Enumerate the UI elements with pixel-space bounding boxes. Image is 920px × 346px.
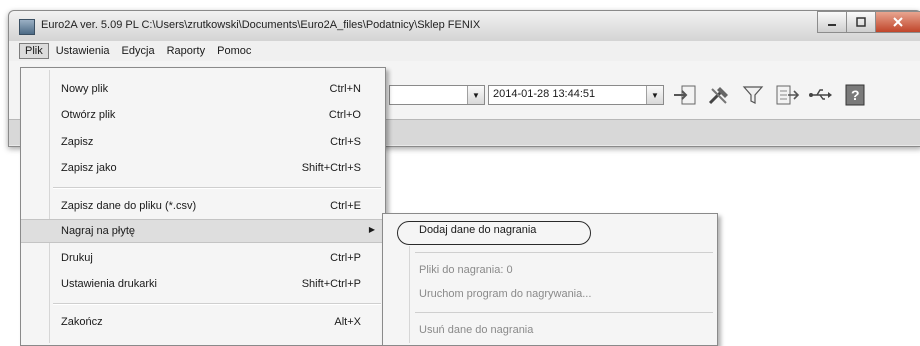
import-button[interactable] bbox=[671, 82, 699, 108]
menu-item-label: Usuń dane do nagrania bbox=[419, 324, 534, 336]
menu-item-nowy-plik[interactable]: Nowy plik Ctrl+N bbox=[21, 78, 385, 100]
menu-item-zapisz-jako[interactable]: Zapisz jako Shift+Ctrl+S bbox=[21, 157, 385, 179]
menu-item-drukuj[interactable]: Drukuj Ctrl+P bbox=[21, 247, 385, 269]
menu-item-nagraj-na-plyte[interactable]: Nagraj na płytę ▶ bbox=[21, 219, 385, 243]
submenu-arrow-icon: ▶ bbox=[368, 225, 375, 234]
menu-separator bbox=[53, 303, 381, 305]
usb-icon bbox=[809, 89, 832, 100]
submenu-item-pliki-do-nagrania: Pliki do nagrania: 0 bbox=[383, 258, 717, 282]
menu-pomoc[interactable]: Pomoc bbox=[212, 44, 256, 58]
menu-item-label: Uruchom program do nagrywania... bbox=[419, 288, 592, 300]
menu-item-otworz-plik[interactable]: Otwórz plik Ctrl+O bbox=[21, 104, 385, 126]
menu-item-label: Ustawienia drukarki bbox=[61, 278, 157, 290]
first-combo[interactable]: ▼ bbox=[389, 85, 485, 105]
menu-item-label: Nagraj na płytę bbox=[61, 225, 135, 237]
export-icon bbox=[776, 85, 800, 105]
menu-item-shortcut: Ctrl+S bbox=[330, 136, 361, 148]
menu-edycja[interactable]: Edycja bbox=[117, 44, 160, 58]
maximize-button[interactable] bbox=[846, 11, 876, 33]
menu-item-zakoncz[interactable]: Zakończ Alt+X bbox=[21, 311, 385, 333]
menu-item-ustawienia-drukarki[interactable]: Ustawienia drukarki Shift+Ctrl+P bbox=[21, 273, 385, 295]
toolbar-icons: ? bbox=[671, 82, 869, 108]
menu-ustawienia[interactable]: Ustawienia bbox=[51, 44, 115, 58]
menu-item-shortcut: Ctrl+P bbox=[330, 252, 361, 264]
menu-item-shortcut: Shift+Ctrl+S bbox=[301, 162, 361, 174]
app-icon bbox=[19, 19, 35, 35]
menu-separator bbox=[415, 312, 713, 313]
usb-button[interactable] bbox=[807, 82, 835, 108]
tools-button[interactable] bbox=[705, 82, 733, 108]
menu-item-label: Drukuj bbox=[61, 252, 93, 264]
filter-button[interactable] bbox=[739, 82, 767, 108]
minimize-button[interactable] bbox=[817, 11, 847, 33]
submenu-item-dodaj-dane[interactable]: Dodaj dane do nagrania bbox=[383, 218, 717, 245]
chevron-down-icon[interactable]: ▼ bbox=[646, 86, 663, 104]
menu-item-zapisz-csv[interactable]: Zapisz dane do pliku (*.csv) Ctrl+E bbox=[21, 195, 385, 217]
menu-item-shortcut: Ctrl+O bbox=[328, 109, 361, 121]
window-controls bbox=[817, 11, 920, 33]
nagraj-submenu: Dodaj dane do nagrania Pliki do nagrania… bbox=[382, 213, 718, 346]
submenu-item-usun-dane: Usuń dane do nagrania bbox=[383, 318, 717, 342]
help-button[interactable]: ? bbox=[841, 82, 869, 108]
window-title: Euro2A ver. 5.09 PL C:\Users\zrutkowski\… bbox=[41, 19, 481, 31]
menu-item-label: Nowy plik bbox=[61, 83, 109, 95]
menu-item-label: Zapisz bbox=[61, 136, 94, 148]
menu-item-label: Otwórz plik bbox=[61, 109, 116, 121]
close-button[interactable] bbox=[875, 11, 920, 33]
menu-item-shortcut: Shift+Ctrl+P bbox=[301, 278, 361, 290]
close-icon bbox=[893, 17, 903, 27]
tools-icon bbox=[708, 87, 728, 105]
svg-text:?: ? bbox=[851, 87, 860, 103]
menu-item-label: Zakończ bbox=[61, 316, 103, 328]
menu-separator bbox=[415, 252, 713, 253]
menu-separator bbox=[53, 187, 381, 189]
menu-item-label: Pliki do nagrania: 0 bbox=[419, 264, 513, 276]
menu-item-shortcut: Alt+X bbox=[334, 316, 361, 328]
filter-icon bbox=[742, 86, 764, 104]
date-combo-value: 2014-01-28 13:44:51 bbox=[493, 88, 596, 100]
submenu-item-uruchom-program: Uruchom program do nagrywania... bbox=[383, 282, 717, 306]
maximize-icon bbox=[856, 17, 866, 27]
menu-item-label: Zapisz jako bbox=[61, 162, 117, 174]
minimize-icon bbox=[828, 24, 836, 26]
date-combo[interactable]: 2014-01-28 13:44:51 ▼ bbox=[488, 85, 664, 105]
menu-item-label: Zapisz dane do pliku (*.csv) bbox=[61, 200, 197, 212]
menu-item-shortcut: Ctrl+N bbox=[329, 83, 361, 95]
chevron-down-icon[interactable]: ▼ bbox=[467, 86, 484, 104]
menu-plik[interactable]: Plik bbox=[19, 43, 49, 59]
title-bar[interactable]: Euro2A ver. 5.09 PL C:\Users\zrutkowski\… bbox=[9, 11, 920, 41]
import-icon bbox=[674, 85, 696, 105]
export-button[interactable] bbox=[773, 82, 801, 108]
menu-bar: Plik Ustawienia Edycja Raporty Pomoc bbox=[9, 41, 920, 61]
menu-item-label: Dodaj dane do nagrania bbox=[419, 224, 537, 236]
menu-item-shortcut: Ctrl+E bbox=[330, 200, 361, 212]
help-icon: ? bbox=[845, 84, 865, 106]
menu-item-zapisz[interactable]: Zapisz Ctrl+S bbox=[21, 131, 385, 153]
menu-raporty[interactable]: Raporty bbox=[162, 44, 211, 58]
plik-dropdown-menu: Nowy plik Ctrl+N Otwórz plik Ctrl+O Zapi… bbox=[20, 67, 386, 346]
